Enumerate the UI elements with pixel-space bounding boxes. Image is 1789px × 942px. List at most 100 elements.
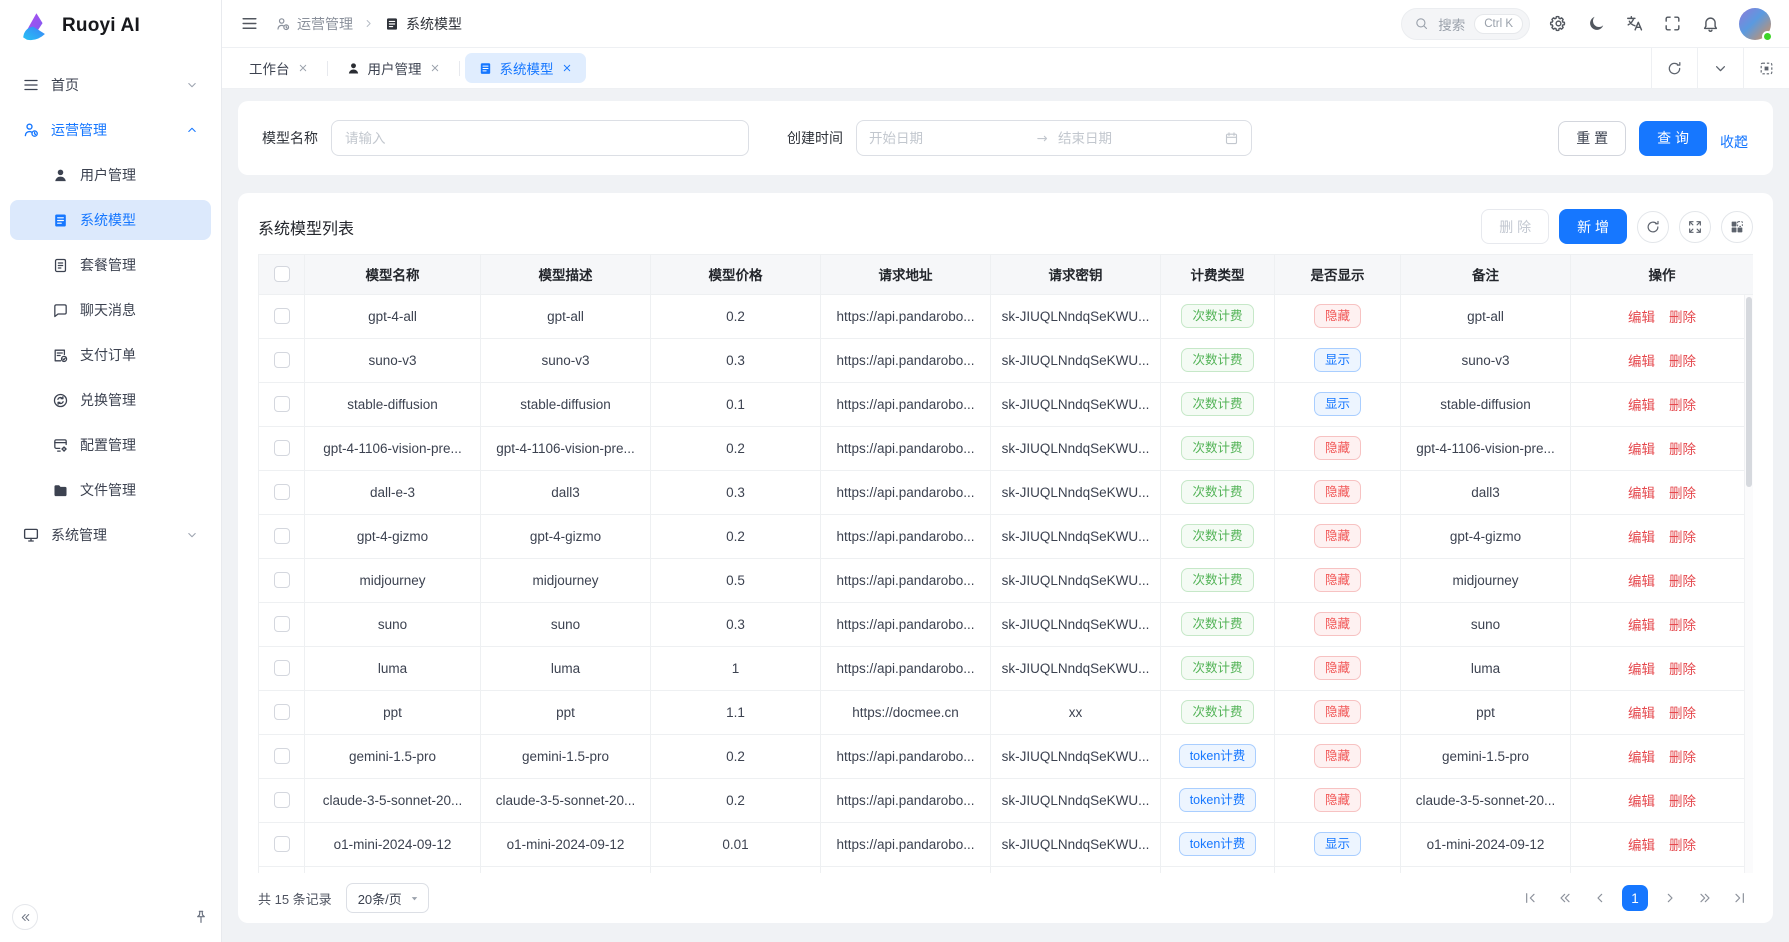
delete-link[interactable]: 删除 xyxy=(1669,398,1696,413)
global-search[interactable]: 搜索 Ctrl K xyxy=(1401,8,1530,40)
tab-系统模型[interactable]: 系统模型 xyxy=(465,53,586,83)
edit-link[interactable]: 编辑 xyxy=(1628,574,1655,589)
prev-page-button[interactable] xyxy=(1587,885,1613,911)
dark-mode-icon[interactable] xyxy=(1587,14,1606,33)
breadcrumb-item[interactable]: 运营管理 xyxy=(275,14,353,34)
edit-link[interactable]: 编辑 xyxy=(1628,442,1655,457)
edit-link[interactable]: 编辑 xyxy=(1628,310,1655,325)
sidebar-item-chat-messages[interactable]: 聊天消息 xyxy=(10,290,211,330)
sidebar-item-operations[interactable]: 运营管理 xyxy=(10,110,211,150)
cell-request-url: https://api.pandarobo... xyxy=(821,426,991,470)
sidebar-toggle-icon[interactable] xyxy=(240,14,259,33)
delete-link[interactable]: 删除 xyxy=(1669,618,1696,633)
cell-request-key: sk-JIUQLNndqSeKWU... xyxy=(991,426,1161,470)
page-size-select[interactable]: 20条/页 xyxy=(346,883,429,913)
pin-icon[interactable] xyxy=(193,909,209,925)
edit-link[interactable]: 编辑 xyxy=(1628,750,1655,765)
app-logo[interactable]: Ruoyi AI xyxy=(0,0,221,52)
delete-link[interactable]: 删除 xyxy=(1669,530,1696,545)
collapse-filter-link[interactable]: 收起 xyxy=(1720,132,1749,145)
add-button[interactable]: 新 增 xyxy=(1559,209,1627,244)
end-date-input[interactable] xyxy=(1058,131,1216,146)
first-page-button[interactable] xyxy=(1517,885,1543,911)
notifications-icon[interactable] xyxy=(1701,14,1720,33)
user-avatar[interactable] xyxy=(1739,8,1771,40)
delete-button[interactable]: 删 除 xyxy=(1481,209,1549,244)
close-icon[interactable] xyxy=(561,62,573,74)
query-button[interactable]: 查 询 xyxy=(1639,121,1707,156)
settings-icon[interactable] xyxy=(1549,14,1568,33)
language-icon[interactable] xyxy=(1625,14,1644,33)
sidebar-item-file-mgmt[interactable]: 文件管理 xyxy=(10,470,211,510)
fullscreen-icon[interactable] xyxy=(1663,14,1682,33)
billing-type-tag: 次数计费 xyxy=(1181,348,1253,372)
sidebar-item-pay-orders[interactable]: 支付订单 xyxy=(10,335,211,375)
jump-back-button[interactable] xyxy=(1552,885,1578,911)
row-checkbox[interactable] xyxy=(274,616,290,632)
delete-link[interactable]: 删除 xyxy=(1669,310,1696,325)
delete-link[interactable]: 删除 xyxy=(1669,442,1696,457)
maximize-content-button[interactable] xyxy=(1743,48,1789,88)
delete-link[interactable]: 删除 xyxy=(1669,706,1696,721)
row-checkbox[interactable] xyxy=(274,484,290,500)
breadcrumb-item[interactable]: 系统模型 xyxy=(384,14,462,34)
expand-table-button[interactable] xyxy=(1679,211,1711,243)
edit-link[interactable]: 编辑 xyxy=(1628,794,1655,809)
reset-button[interactable]: 重 置 xyxy=(1558,121,1626,156)
column-settings-button[interactable] xyxy=(1721,211,1753,243)
row-checkbox[interactable] xyxy=(274,660,290,676)
sidebar-item-exchange-mgmt[interactable]: 兑换管理 xyxy=(10,380,211,420)
sidebar-item-package-mgmt[interactable]: 套餐管理 xyxy=(10,245,211,285)
edit-link[interactable]: 编辑 xyxy=(1628,706,1655,721)
table-scrollbar[interactable] xyxy=(1744,295,1753,874)
scrollbar-thumb[interactable] xyxy=(1746,297,1752,487)
sidebar-item-home[interactable]: 首页 xyxy=(10,65,211,105)
next-page-button[interactable] xyxy=(1657,885,1683,911)
date-range-input[interactable] xyxy=(856,120,1252,156)
sidebar-item-user-mgmt[interactable]: 用户管理 xyxy=(10,155,211,195)
edit-link[interactable]: 编辑 xyxy=(1628,618,1655,633)
column-header: 是否显示 xyxy=(1275,254,1401,294)
delete-link[interactable]: 删除 xyxy=(1669,838,1696,853)
delete-link[interactable]: 删除 xyxy=(1669,794,1696,809)
edit-link[interactable]: 编辑 xyxy=(1628,838,1655,853)
edit-link[interactable]: 编辑 xyxy=(1628,486,1655,501)
delete-link[interactable]: 删除 xyxy=(1669,662,1696,677)
row-checkbox[interactable] xyxy=(274,572,290,588)
row-checkbox[interactable] xyxy=(274,836,290,852)
refresh-page-button[interactable] xyxy=(1651,48,1697,88)
tab-工作台[interactable]: 工作台 xyxy=(236,53,322,83)
close-icon[interactable] xyxy=(429,62,441,74)
edit-link[interactable]: 编辑 xyxy=(1628,530,1655,545)
edit-link[interactable]: 编辑 xyxy=(1628,354,1655,369)
row-checkbox[interactable] xyxy=(274,792,290,808)
delete-link[interactable]: 删除 xyxy=(1669,750,1696,765)
row-checkbox[interactable] xyxy=(274,396,290,412)
edit-link[interactable]: 编辑 xyxy=(1628,662,1655,677)
start-date-input[interactable] xyxy=(869,131,1027,146)
delete-link[interactable]: 删除 xyxy=(1669,574,1696,589)
cell-billing-type: token计费 xyxy=(1161,822,1275,866)
row-checkbox[interactable] xyxy=(274,440,290,456)
row-checkbox[interactable] xyxy=(274,704,290,720)
sidebar-collapse-button[interactable] xyxy=(12,904,38,930)
tab-menu-button[interactable] xyxy=(1697,48,1743,88)
current-page-button[interactable]: 1 xyxy=(1622,885,1648,911)
close-icon[interactable] xyxy=(297,62,309,74)
model-name-input[interactable] xyxy=(331,120,749,156)
delete-link[interactable]: 删除 xyxy=(1669,486,1696,501)
last-page-button[interactable] xyxy=(1727,885,1753,911)
edit-link[interactable]: 编辑 xyxy=(1628,398,1655,413)
refresh-table-button[interactable] xyxy=(1637,211,1669,243)
jump-forward-button[interactable] xyxy=(1692,885,1718,911)
row-checkbox[interactable] xyxy=(274,748,290,764)
sidebar-item-system-model[interactable]: 系统模型 xyxy=(10,200,211,240)
sidebar-item-system-mgmt[interactable]: 系统管理 xyxy=(10,515,211,555)
row-checkbox[interactable] xyxy=(274,528,290,544)
row-checkbox[interactable] xyxy=(274,352,290,368)
tab-用户管理[interactable]: 用户管理 xyxy=(333,53,454,83)
delete-link[interactable]: 删除 xyxy=(1669,354,1696,369)
row-checkbox[interactable] xyxy=(274,308,290,324)
select-all-checkbox[interactable] xyxy=(274,266,290,282)
sidebar-item-config-mgmt[interactable]: 配置管理 xyxy=(10,425,211,465)
